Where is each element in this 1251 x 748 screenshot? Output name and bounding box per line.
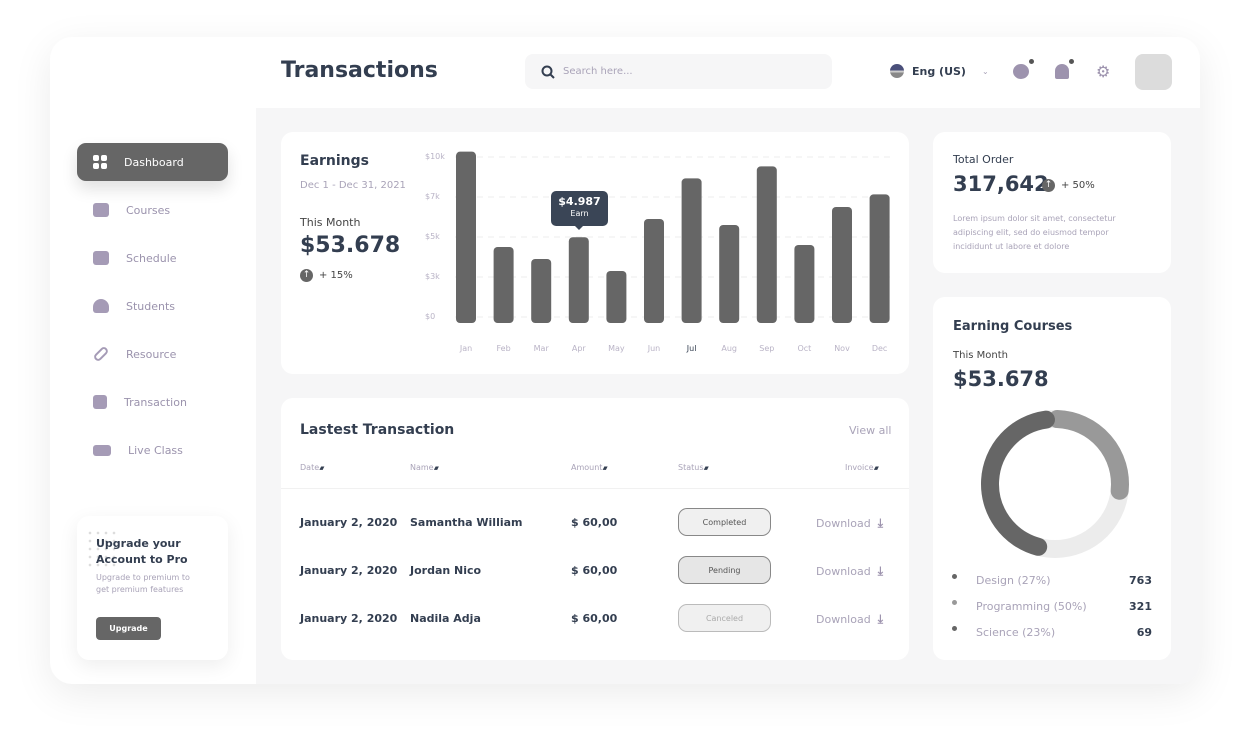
- download-label: Download: [816, 565, 871, 578]
- arrow-up-icon: ↑: [1042, 179, 1055, 192]
- y-tick-label: $5k: [425, 232, 440, 241]
- cell-amount: $ 60,00: [571, 612, 618, 625]
- earning-courses-title: Earning Courses: [953, 319, 1073, 334]
- cell-name: Samantha William: [410, 516, 523, 529]
- download-icon: ⤓: [877, 516, 883, 530]
- legend-label: Programming (50%): [976, 600, 1087, 613]
- cell-amount: $ 60,00: [571, 516, 618, 529]
- earning-courses-amount: $53.678: [953, 367, 1049, 391]
- x-tick-label: Apr: [571, 344, 586, 353]
- bar-jan[interactable]: [456, 151, 476, 323]
- bar-feb[interactable]: [493, 247, 514, 323]
- status-badge: Pending: [678, 556, 771, 584]
- bar-nov[interactable]: [832, 207, 852, 323]
- courses-donut-chart: [981, 410, 1129, 558]
- x-tick-label: Aug: [721, 344, 737, 353]
- x-tick-label: Jul: [686, 344, 697, 353]
- x-tick-label: Nov: [834, 344, 850, 353]
- x-tick-label: Feb: [496, 344, 511, 353]
- bar-sep[interactable]: [756, 166, 777, 323]
- tooltip-label: Earn: [570, 209, 589, 218]
- column-header-date[interactable]: Date: [300, 463, 322, 472]
- tooltip-value: $4.987: [558, 195, 601, 208]
- bar-aug[interactable]: [719, 225, 740, 323]
- download-invoice-link[interactable]: Download ⤓: [816, 612, 883, 627]
- x-tick-label: Mar: [533, 344, 549, 353]
- download-invoice-link[interactable]: Download ⤓: [816, 516, 883, 531]
- bar-apr[interactable]: [568, 237, 589, 323]
- y-tick-label: $0: [425, 312, 436, 321]
- this-month-label: This Month: [953, 350, 1008, 361]
- x-tick-label: Jan: [459, 344, 473, 353]
- download-icon: ⤓: [877, 564, 883, 578]
- x-tick-label: May: [608, 344, 625, 353]
- total-order-value: 317,642: [953, 172, 1049, 196]
- total-order-desc: Lorem ipsum dolor sit amet, consectetur a…: [953, 214, 1116, 251]
- bar-jun[interactable]: [644, 219, 664, 323]
- y-tick-label: $3k: [425, 272, 440, 281]
- legend-dot: [952, 600, 957, 605]
- chart-tooltip: $4.987 Earn: [551, 191, 608, 230]
- column-header-invoice[interactable]: Invoice: [845, 463, 877, 472]
- legend-dot: [952, 626, 957, 631]
- column-header-amount[interactable]: Amount: [571, 463, 606, 472]
- cell-date: January 2, 2020: [300, 516, 398, 529]
- status-badge: Completed: [678, 508, 771, 536]
- download-label: Download: [816, 613, 871, 626]
- donut-segment-programming: [1048, 410, 1129, 500]
- x-tick-label: Dec: [871, 344, 888, 353]
- cell-amount: $ 60,00: [571, 564, 618, 577]
- column-header-status[interactable]: Status: [678, 463, 707, 472]
- total-order-change: + 50%: [1061, 180, 1095, 191]
- column-header-name[interactable]: Name: [410, 463, 437, 472]
- legend-value: 69: [1136, 626, 1152, 639]
- bar-may[interactable]: [606, 271, 627, 323]
- legend-label: Science (23%): [976, 626, 1056, 639]
- legend-value: 321: [1129, 600, 1152, 613]
- transactions-title: Lastest Transaction: [300, 422, 455, 438]
- legend-value: 763: [1129, 574, 1152, 587]
- download-label: Download: [816, 517, 871, 530]
- divider: [281, 488, 909, 489]
- download-invoice-link[interactable]: Download ⤓: [816, 564, 883, 579]
- cell-date: January 2, 2020: [300, 612, 398, 625]
- bar-oct[interactable]: [794, 245, 815, 323]
- x-tick-label: Jun: [647, 344, 661, 353]
- legend-label: Design (27%): [976, 574, 1051, 587]
- view-all-link[interactable]: View all: [849, 424, 891, 437]
- y-tick-label: $7k: [425, 192, 440, 201]
- y-tick-label: $10k: [425, 152, 445, 161]
- bar-dec[interactable]: [869, 194, 890, 323]
- donut-segment-design: [981, 410, 1055, 556]
- legend-dot: [952, 574, 957, 579]
- cell-name: Nadila Adja: [410, 612, 481, 625]
- bar-jul[interactable]: [681, 178, 702, 323]
- cell-name: Jordan Nico: [410, 564, 482, 577]
- x-tick-label: Oct: [797, 344, 812, 353]
- cell-date: January 2, 2020: [300, 564, 398, 577]
- download-icon: ⤓: [877, 612, 883, 626]
- x-tick-label: Sep: [759, 344, 775, 353]
- total-order-label: Total Order: [953, 153, 1014, 166]
- bar-mar[interactable]: [531, 259, 552, 323]
- status-badge: Canceled: [678, 604, 771, 632]
